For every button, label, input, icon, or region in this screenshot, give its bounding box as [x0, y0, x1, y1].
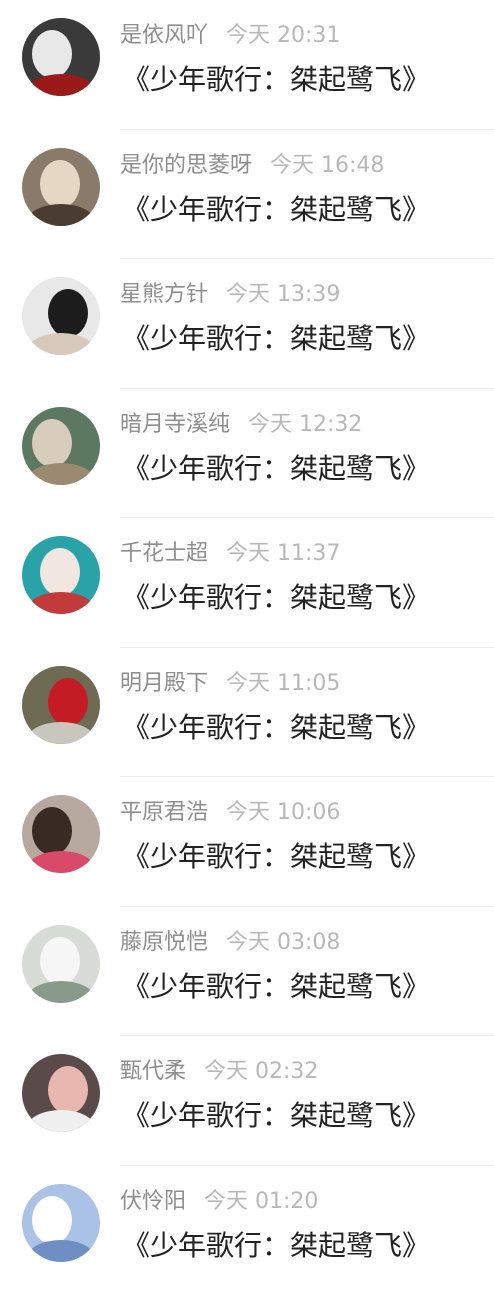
user-name[interactable]: 暗月寺溪纯 [120, 412, 230, 437]
avatar-image [22, 925, 100, 1003]
comment-text: 《少年歌行：桀起鹭飞》 [122, 578, 430, 618]
avatar-image [22, 795, 100, 873]
comment-item[interactable]: 千花士超今天 11:37 《少年歌行：桀起鹭飞》 [0, 518, 494, 648]
avatar-image [22, 1054, 100, 1132]
comment-text: 《少年歌行：桀起鹭飞》 [122, 190, 430, 230]
user-name[interactable]: 是你的思菱呀 [120, 153, 252, 178]
avatar[interactable] [22, 1184, 100, 1262]
avatar[interactable] [22, 148, 100, 226]
user-name[interactable]: 平原君浩 [120, 800, 208, 825]
avatar-image [22, 666, 100, 744]
comment-time: 今天 01:20 [204, 1189, 318, 1214]
avatar[interactable] [22, 407, 100, 485]
comment-item[interactable]: 伏怜阳今天 01:20 《少年歌行：桀起鹭飞》 [0, 1166, 494, 1295]
comment-time: 今天 20:31 [226, 23, 340, 48]
avatar[interactable] [22, 18, 100, 96]
comment-item[interactable]: 是你的思菱呀今天 16:48 《少年歌行：桀起鹭飞》 [0, 130, 494, 260]
comment-time: 今天 11:05 [226, 671, 340, 696]
comment-meta: 伏怜阳今天 01:20 [120, 1186, 318, 1218]
comment-text: 《少年歌行：桀起鹭飞》 [122, 1096, 430, 1136]
comment-text: 《少年歌行：桀起鹭飞》 [122, 837, 430, 877]
comment-item[interactable]: 甄代柔今天 02:32 《少年歌行：桀起鹭飞》 [0, 1036, 494, 1166]
avatar[interactable] [22, 666, 100, 744]
user-name[interactable]: 是依风吖 [120, 23, 208, 48]
avatar[interactable] [22, 536, 100, 614]
comment-meta: 暗月寺溪纯今天 12:32 [120, 409, 362, 441]
comment-text: 《少年歌行：桀起鹭飞》 [122, 1226, 430, 1266]
comment-item[interactable]: 暗月寺溪纯今天 12:32 《少年歌行：桀起鹭飞》 [0, 389, 494, 519]
comment-meta: 甄代柔今天 02:32 [120, 1056, 318, 1088]
comment-time: 今天 12:32 [248, 412, 362, 437]
comment-time: 今天 13:39 [226, 282, 340, 307]
comment-meta: 是依风吖今天 20:31 [120, 20, 340, 52]
user-name[interactable]: 千花士超 [120, 541, 208, 566]
comment-text: 《少年歌行：桀起鹭飞》 [122, 449, 430, 489]
comment-item[interactable]: 平原君浩今天 10:06 《少年歌行：桀起鹭飞》 [0, 777, 494, 907]
comment-meta: 千花士超今天 11:37 [120, 538, 340, 570]
avatar[interactable] [22, 1054, 100, 1132]
user-name[interactable]: 甄代柔 [120, 1059, 186, 1084]
comment-time: 今天 02:32 [204, 1059, 318, 1084]
comment-time: 今天 03:08 [226, 930, 340, 955]
comment-item[interactable]: 星熊方针今天 13:39 《少年歌行：桀起鹭飞》 [0, 259, 494, 389]
avatar-image [22, 536, 100, 614]
comment-text: 《少年歌行：桀起鹭飞》 [122, 967, 430, 1007]
avatar[interactable] [22, 277, 100, 355]
comment-item[interactable]: 明月殿下今天 11:05 《少年歌行：桀起鹭飞》 [0, 648, 494, 778]
avatar-image [22, 1184, 100, 1262]
comment-item[interactable]: 是依风吖今天 20:31 《少年歌行：桀起鹭飞》 [0, 0, 494, 130]
comment-time: 今天 16:48 [270, 153, 384, 178]
comment-meta: 是你的思菱呀今天 16:48 [120, 150, 384, 182]
comment-text: 《少年歌行：桀起鹭飞》 [122, 708, 430, 748]
comment-meta: 星熊方针今天 13:39 [120, 279, 340, 311]
user-name[interactable]: 伏怜阳 [120, 1189, 186, 1214]
user-name[interactable]: 明月殿下 [120, 671, 208, 696]
comment-meta: 明月殿下今天 11:05 [120, 668, 340, 700]
comment-list: 是依风吖今天 20:31 《少年歌行：桀起鹭飞》 是你的思菱呀今天 16:48 … [0, 0, 494, 1280]
comment-meta: 藤原悦恺今天 03:08 [120, 927, 340, 959]
user-name[interactable]: 藤原悦恺 [120, 930, 208, 955]
comment-time: 今天 11:37 [226, 541, 340, 566]
avatar-image [22, 277, 100, 355]
comment-text: 《少年歌行：桀起鹭飞》 [122, 60, 430, 100]
comment-time: 今天 10:06 [226, 800, 340, 825]
avatar-image [22, 407, 100, 485]
comment-item[interactable]: 藤原悦恺今天 03:08 《少年歌行：桀起鹭飞》 [0, 907, 494, 1037]
avatar[interactable] [22, 795, 100, 873]
avatar-image [22, 18, 100, 96]
user-name[interactable]: 星熊方针 [120, 282, 208, 307]
avatar[interactable] [22, 925, 100, 1003]
comment-text: 《少年歌行：桀起鹭飞》 [122, 319, 430, 359]
avatar-image [22, 148, 100, 226]
comment-meta: 平原君浩今天 10:06 [120, 797, 340, 829]
